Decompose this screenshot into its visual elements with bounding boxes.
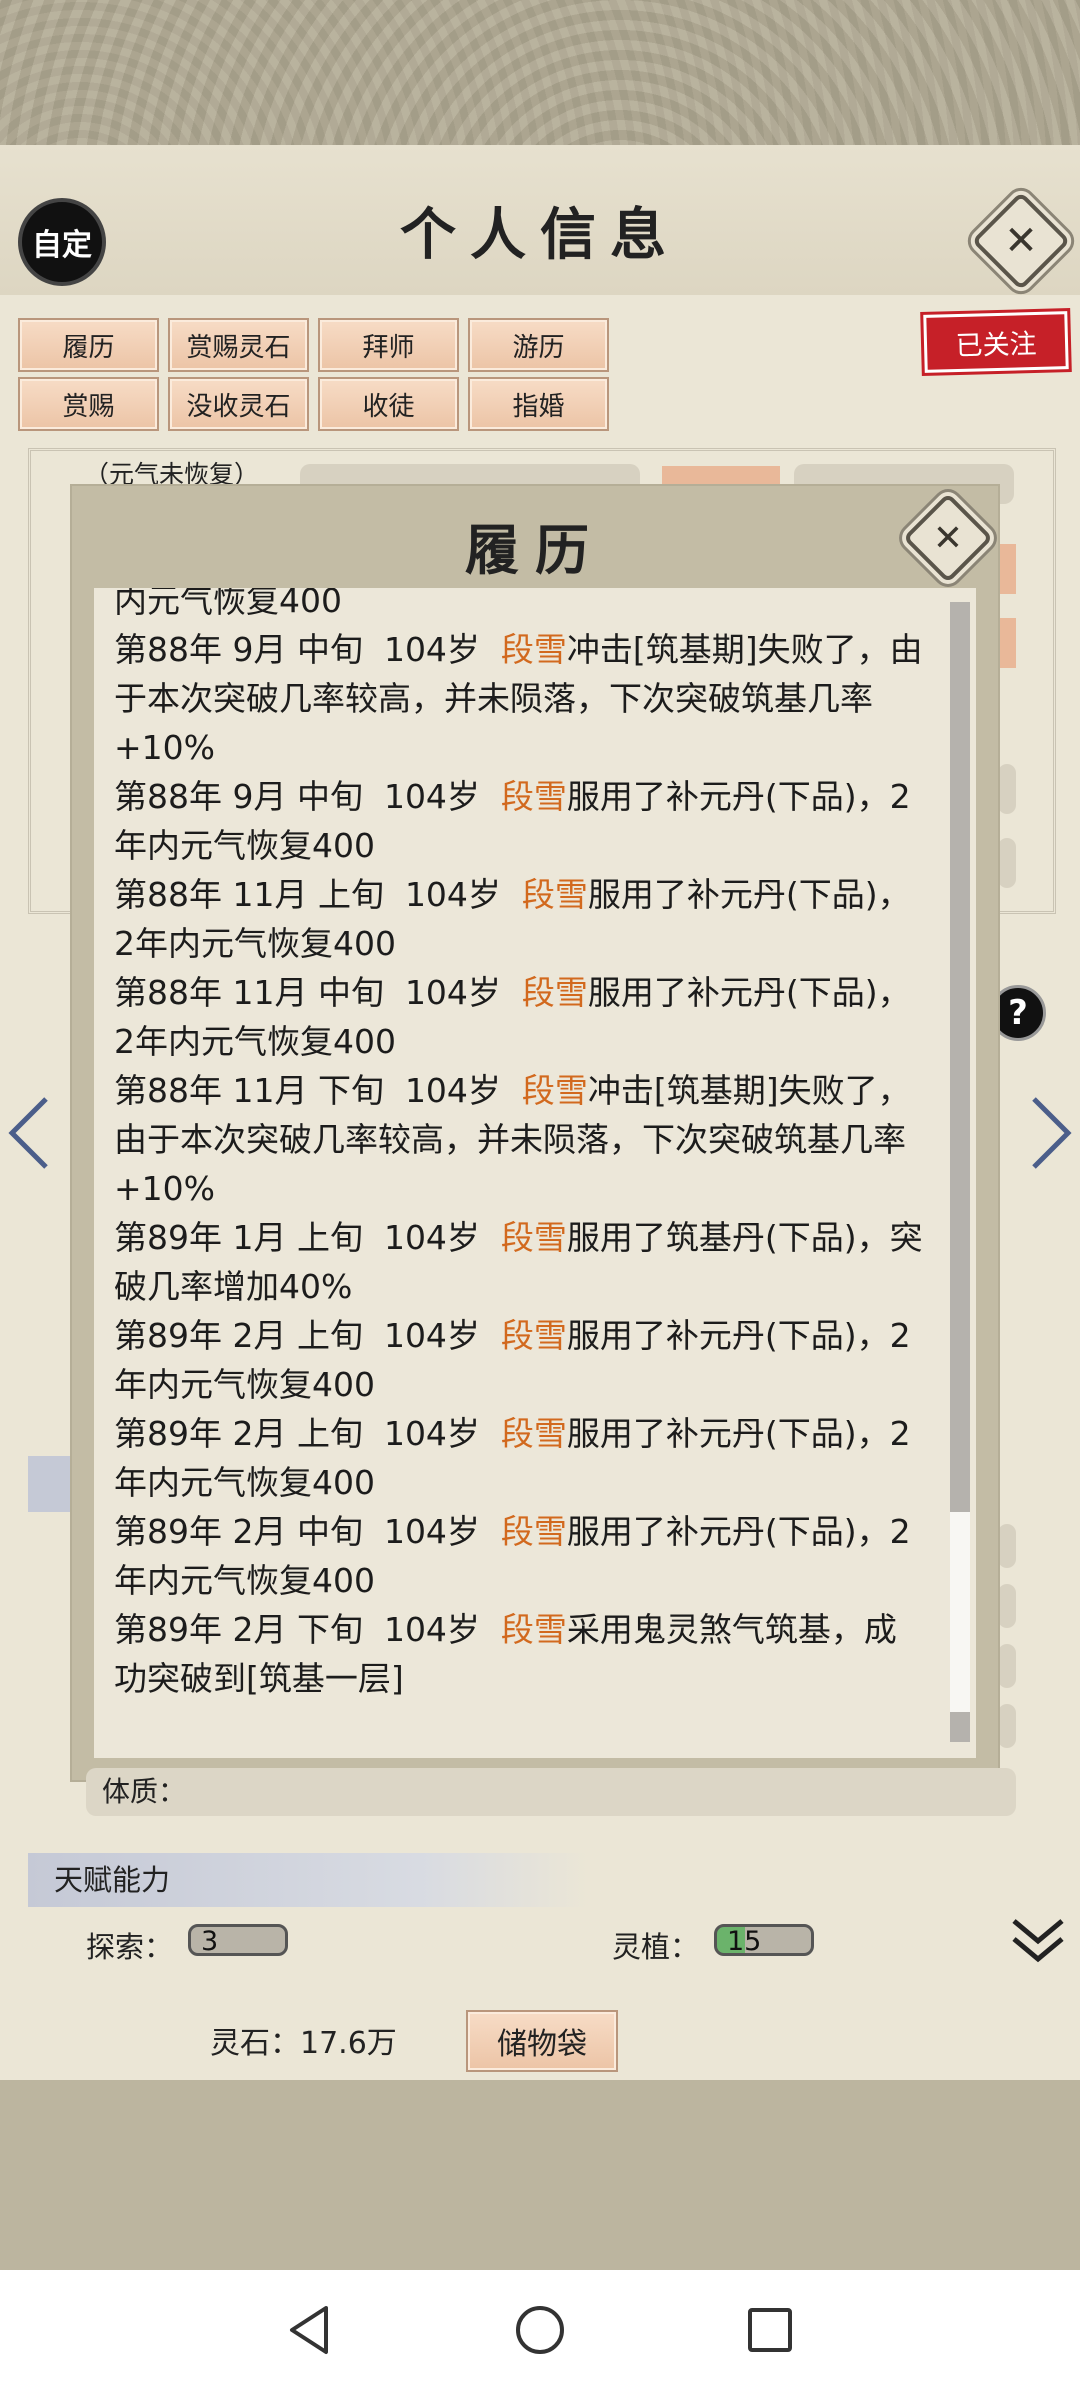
take-disciple-button[interactable]: 收徒 [318,377,459,431]
log-entry-name: 段雪 [500,1512,567,1551]
arrange-marriage-button[interactable]: 指婚 [468,377,609,431]
log-entry-name: 段雪 [521,1071,588,1110]
side-field-3 [998,1524,1016,1568]
modal-title: 履历 [465,518,605,582]
section-tab-left [28,1456,74,1512]
log-entry-name: 段雪 [521,973,588,1012]
resume-log[interactable]: 内元气恢复400 第88年 9月 中旬 104岁 段雪冲击[筑基期]失败了，由于本… [94,588,976,1758]
log-list: 内元气恢复400 第88年 9月 中旬 104岁 段雪冲击[筑基期]失败了，由于本… [94,588,934,1703]
left-arrow-icon[interactable] [6,1095,50,1189]
custom-avatar-button[interactable]: 自定 [18,198,106,286]
log-entry: 第89年 2月 上旬 104岁 段雪服用了补元丹(下品)，2年内元气恢复400 [94,1311,934,1409]
log-entry-date: 第88年 11月 下旬 104岁 [114,1071,522,1110]
log-entry-date: 第89年 2月 中旬 104岁 [114,1512,501,1551]
log-entry: 第88年 9月 中旬 104岁 段雪服用了补元丹(下品)，2年内元气恢复400 [94,772,934,870]
back-triangle-icon[interactable] [282,2302,338,2358]
log-entry: 第88年 9月 中旬 104岁 段雪冲击[筑基期]失败了，由于本次突破几率较高，… [94,625,934,772]
side-chip-1 [1000,544,1016,594]
log-entry: 内元气恢复400 [94,588,934,625]
log-entry-date: 第88年 9月 中旬 104岁 [114,630,501,669]
right-arrow-icon[interactable] [1030,1095,1074,1189]
log-entry-name: 段雪 [500,1610,567,1649]
apprentice-button[interactable]: 拜师 [318,318,459,372]
log-entry: 第89年 2月 下旬 104岁 段雪采用鬼灵煞气筑基，成功突破到[筑基一层] [94,1605,934,1703]
log-entry-date: 第89年 1月 上旬 104岁 [114,1218,501,1257]
double-chevron-down-icon[interactable] [1010,1915,1066,1967]
log-entry-date: 第89年 2月 上旬 104岁 [114,1316,501,1355]
top-decor-waves [0,0,1080,145]
plant-label: 灵植： [612,1930,700,1964]
scrollbar-end [950,1712,970,1742]
log-entry: 第89年 2月 中旬 104岁 段雪服用了补元丹(下品)，2年内元气恢复400 [94,1507,934,1605]
close-icon: ✕ [1004,218,1038,264]
log-entry: 第88年 11月 上旬 104岁 段雪服用了补元丹(下品)，2年内元气恢复400 [94,870,934,968]
close-icon: ✕ [932,517,964,559]
log-entry-name: 段雪 [500,1414,567,1453]
side-field-1 [998,764,1016,814]
followed-badge[interactable]: 已关注 [923,311,1069,373]
spirit-stones-count: 灵石：17.6万 [210,2026,397,2061]
log-entry-name: 段雪 [500,630,567,669]
storage-bag-button[interactable]: 储物袋 [466,2010,618,2072]
plant-value: 15 [714,1924,814,1957]
help-icon[interactable]: ? [990,985,1046,1041]
resume-button[interactable]: 履历 [18,318,159,372]
page-title: 个人信息 [400,202,680,268]
confiscate-stones-button[interactable]: 没收灵石 [168,377,309,431]
log-entry-name: 段雪 [500,1218,567,1257]
explore-label: 探索： [86,1930,174,1964]
log-entry-name: 段雪 [500,1316,567,1355]
talents-section-header: 天赋能力 [28,1853,588,1907]
log-entry-date: 第88年 9月 中旬 104岁 [114,777,501,816]
side-chip-2 [1000,618,1016,668]
side-field-5 [998,1644,1016,1688]
side-field-4 [998,1584,1016,1628]
constitution-field: 体质： [86,1768,1016,1816]
log-entry-date: 第88年 11月 中旬 104岁 [114,973,522,1012]
recents-square-icon[interactable] [742,2302,798,2358]
log-entry-date: 第89年 2月 上旬 104岁 [114,1414,501,1453]
log-entry-date: 第88年 11月 上旬 104岁 [114,875,522,914]
log-entry: 第88年 11月 中旬 104岁 段雪服用了补元丹(下品)，2年内元气恢复400 [94,968,934,1066]
reward-button[interactable]: 赏赐 [18,377,159,431]
log-entry: 第88年 11月 下旬 104岁 段雪冲击[筑基期]失败了，由于本次突破几率较高… [94,1066,934,1213]
log-entry: 第89年 2月 上旬 104岁 段雪服用了补元丹(下品)，2年内元气恢复400 [94,1409,934,1507]
travel-button[interactable]: 游历 [468,318,609,372]
reward-stones-button[interactable]: 赏赐灵石 [168,318,309,372]
log-scrollbar[interactable] [950,602,970,1742]
home-circle-icon[interactable] [512,2302,568,2358]
lower-background [0,2080,1080,2270]
log-entry-name: 段雪 [521,875,588,914]
scrollbar-thumb[interactable] [950,602,970,1512]
log-entry: 第89年 1月 上旬 104岁 段雪服用了筑基丹(下品)，突破几率增加40% [94,1213,934,1311]
side-field-6 [998,1704,1016,1748]
log-entry-date: 第89年 2月 下旬 104岁 [114,1610,501,1649]
explore-value: 3 [188,1924,288,1957]
side-field-2 [998,838,1016,888]
log-entry-date: 内元气恢复400 [114,588,342,620]
resume-modal: 履历 ✕ 内元气恢复400 第88年 9月 中旬 104岁 段雪冲击[筑基期]失败… [72,486,998,1780]
log-entry-name: 段雪 [500,777,567,816]
